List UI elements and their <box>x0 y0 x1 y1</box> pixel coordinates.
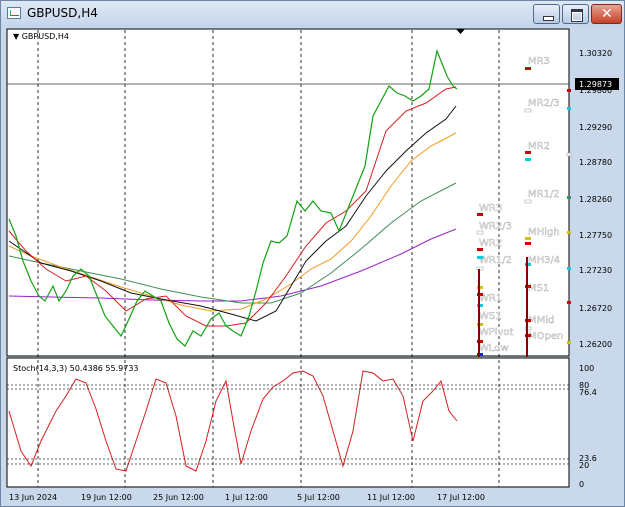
time-label: 17 Jul 12:00 <box>437 493 485 502</box>
time-label: 5 Jul 12:00 <box>297 493 340 502</box>
pivot-label-wr12: WR1/2 <box>479 255 512 266</box>
stoch-level: 0 <box>579 480 584 489</box>
pivot-label-mmid: MMid <box>528 315 554 326</box>
price-level: 1.28260 <box>579 195 612 204</box>
price-level: 1.30320 <box>579 49 612 58</box>
pivot-label-wpivot: WPivot <box>479 327 514 338</box>
time-label: 11 Jul 12:00 <box>367 493 415 502</box>
chart-area[interactable]: ▼ GBPUSD,H4 Stoch(14,3,3) 50.4386 55.973… <box>1 1 624 506</box>
pivot-label-mopen: MOpen <box>528 331 563 342</box>
pivot-label-mr1: MH3/4 <box>528 255 560 266</box>
time-label: 13 Jun 2024 <box>9 493 57 502</box>
pivot-label-mr23: MR2/3 <box>528 98 560 109</box>
price-level: 1.28780 <box>579 158 612 167</box>
pivot-label-wr2: WR2 <box>479 238 502 249</box>
pivot-label-ws1: WS1 <box>479 311 502 322</box>
stoch-axis: 100 80 76.4 23.6 20 0 <box>579 364 597 489</box>
stoch-label: Stoch(14,3,3) 50.4386 55.9733 <box>13 364 139 373</box>
pivot-label-wr3: WR3 <box>479 203 502 214</box>
stoch-level: 76.4 <box>579 388 597 397</box>
price-level: 1.26200 <box>579 340 612 349</box>
chart-window: GBPUSD,H4 ✕ ▼ GBPUSD,H4 Stoch(14,3,3) 50… <box>0 0 625 507</box>
price-level: 1.27750 <box>579 231 612 240</box>
price-level: 1.29290 <box>579 123 612 132</box>
pivot-label-ms1: MS1 <box>528 283 549 294</box>
pivot-label-mr12: MR1/2 <box>528 189 560 200</box>
price-level: 1.26720 <box>579 304 612 313</box>
pivot-label-wr23: WR2/3 <box>479 221 512 232</box>
current-price-tag: 1.29873 <box>575 78 619 90</box>
price-level: 1.27230 <box>579 266 612 275</box>
pivot-label-mr3: MR3 <box>528 56 550 67</box>
price-axis[interactable]: 1.30320 1.29800 1.29290 1.28780 1.28260 … <box>579 49 612 349</box>
stoch-level: 20 <box>579 461 589 470</box>
time-label: 25 Jun 12:00 <box>153 493 204 502</box>
pivot-label-mhigh: MHigh <box>528 227 560 238</box>
time-label: 1 Jul 12:00 <box>225 493 268 502</box>
stoch-level: 100 <box>579 364 594 373</box>
chart-label: ▼ GBPUSD,H4 <box>13 32 69 41</box>
time-axis[interactable]: 13 Jun 2024 19 Jun 12:00 25 Jun 12:00 1 … <box>9 493 485 502</box>
pivot-label-mr2: MR2 <box>528 141 550 152</box>
current-price-value: 1.29873 <box>579 80 612 89</box>
time-label: 19 Jun 12:00 <box>81 493 132 502</box>
price-panel[interactable] <box>6 28 570 357</box>
pivot-label-wlow: WLow <box>479 343 509 354</box>
